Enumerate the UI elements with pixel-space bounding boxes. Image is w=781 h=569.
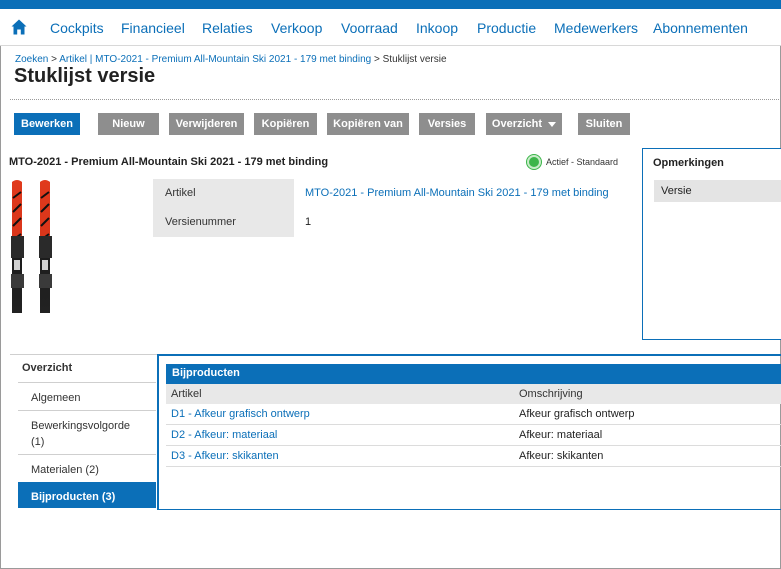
- home-icon[interactable]: [10, 18, 28, 36]
- table-row: D2 - Afkeur: materiaal Afkeur: materiaal: [166, 425, 781, 446]
- breadcrumb: Zoeken > Artikel | MTO-2021 - Premium Al…: [15, 54, 447, 65]
- nav-item-cockpits[interactable]: Cockpits: [50, 20, 104, 36]
- byproduct-article-link[interactable]: D2 - Afkeur: materiaal: [171, 429, 277, 441]
- nav-item-inkoop[interactable]: Inkoop: [416, 20, 458, 36]
- copy-from-button[interactable]: Kopiëren van: [327, 113, 409, 135]
- sidebar-heading: Overzicht: [22, 362, 73, 374]
- status-label: Actief - Standaard: [546, 157, 619, 167]
- byproducts-panel: Bijproducten Artikel Omschrijving D1 - A…: [157, 354, 781, 510]
- sidebar-item-bijproducten[interactable]: Bijproducten (3): [18, 482, 156, 508]
- byproduct-description: Afkeur: skikanten: [519, 450, 604, 462]
- copy-button[interactable]: Kopiëren: [254, 113, 317, 135]
- versions-button[interactable]: Versies: [419, 113, 475, 135]
- item-title: MTO-2021 - Premium All-Mountain Ski 2021…: [9, 156, 329, 168]
- page-title: Stuklijst versie: [14, 65, 156, 87]
- overview-dropdown-label: Overzicht: [491, 118, 543, 130]
- byproduct-description: Afkeur grafisch ontwerp: [519, 408, 635, 420]
- new-button[interactable]: Nieuw: [98, 113, 159, 135]
- byproducts-title: Bijproducten: [166, 364, 781, 384]
- article-label: Artikel: [165, 187, 196, 199]
- nav-item-productie[interactable]: Productie: [477, 20, 536, 36]
- byproduct-description: Afkeur: materiaal: [519, 429, 603, 441]
- main-navigation: Cockpits Financieel Relaties Verkoop Voo…: [0, 9, 781, 46]
- overview-dropdown-button[interactable]: Overzicht: [486, 113, 562, 135]
- article-link[interactable]: MTO-2021 - Premium All-Mountain Ski 2021…: [305, 187, 609, 199]
- sidebar-item-materialen[interactable]: Materialen (2): [18, 454, 156, 482]
- status-active-icon: [527, 155, 541, 169]
- remarks-version-row[interactable]: Versie: [654, 180, 781, 202]
- status-badge: Actief - Standaard: [527, 155, 618, 169]
- nav-item-relaties[interactable]: Relaties: [202, 20, 253, 36]
- breadcrumb-separator: >: [374, 54, 380, 65]
- ski-image: [11, 180, 52, 313]
- breadcrumb-link-zoeken[interactable]: Zoeken: [15, 54, 48, 65]
- nav-item-financieel[interactable]: Financieel: [121, 20, 185, 36]
- breadcrumb-separator: >: [51, 54, 57, 65]
- breadcrumb-link-artikel[interactable]: Artikel | MTO-2021 - Premium All-Mountai…: [59, 54, 371, 65]
- nav-item-medewerkers[interactable]: Medewerkers: [554, 20, 638, 36]
- sidebar-item-bewerkingsvolgorde[interactable]: Bewerkingsvolgorde (1): [18, 410, 156, 454]
- close-button[interactable]: Sluiten: [578, 113, 630, 135]
- table-header: Artikel Omschrijving: [166, 384, 781, 404]
- table-row: D1 - Afkeur grafisch ontwerp Afkeur graf…: [166, 404, 781, 425]
- byproduct-article-link[interactable]: D1 - Afkeur grafisch ontwerp: [171, 408, 310, 420]
- edit-button[interactable]: Bewerken: [14, 113, 80, 135]
- column-header-artikel[interactable]: Artikel: [171, 388, 202, 400]
- section-divider: [10, 354, 157, 355]
- delete-button[interactable]: Verwijderen: [169, 113, 244, 135]
- version-number-label: Versienummer: [165, 216, 236, 228]
- breadcrumb-current: Stuklijst versie: [382, 54, 447, 65]
- nav-item-verkoop[interactable]: Verkoop: [271, 20, 322, 36]
- remarks-title: Opmerkingen: [653, 157, 724, 169]
- table-row: D3 - Afkeur: skikanten Afkeur: skikanten: [166, 446, 781, 467]
- chevron-down-icon: [548, 121, 557, 127]
- remarks-panel: Opmerkingen Versie: [642, 148, 781, 340]
- sidebar-item-algemeen[interactable]: Algemeen: [18, 382, 156, 410]
- column-header-omschrijving[interactable]: Omschrijving: [519, 388, 583, 400]
- nav-item-abonnementen[interactable]: Abonnementen: [653, 20, 748, 36]
- top-accent-bar: [0, 0, 781, 9]
- version-number-value: 1: [305, 216, 312, 228]
- byproduct-article-link[interactable]: D3 - Afkeur: skikanten: [171, 450, 279, 462]
- nav-item-voorraad[interactable]: Voorraad: [341, 20, 398, 36]
- title-divider: [10, 99, 781, 100]
